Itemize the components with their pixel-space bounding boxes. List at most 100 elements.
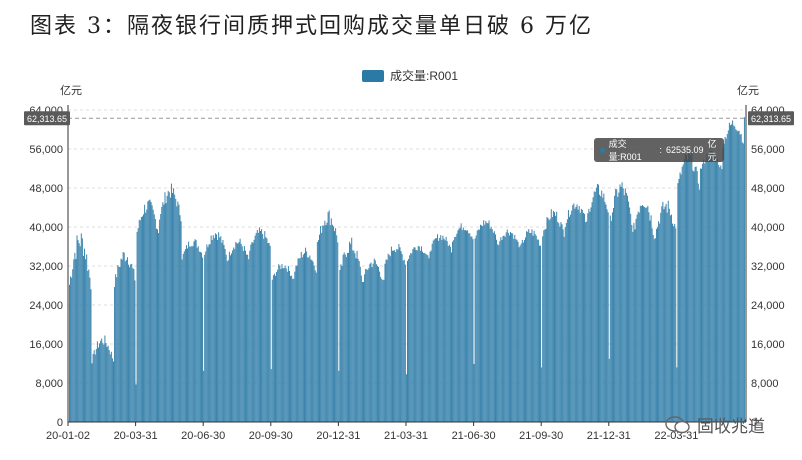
bar bbox=[722, 148, 724, 422]
x-tick-label: 20-06-30 bbox=[181, 430, 225, 442]
bar bbox=[141, 216, 143, 422]
bar bbox=[237, 243, 239, 422]
bar bbox=[501, 239, 503, 422]
bar bbox=[69, 284, 70, 422]
bar bbox=[706, 154, 708, 422]
bar bbox=[222, 239, 224, 422]
bar bbox=[704, 163, 706, 423]
bar bbox=[410, 252, 412, 422]
bar bbox=[353, 250, 355, 422]
bar bbox=[121, 259, 123, 422]
bar bbox=[115, 274, 117, 422]
bar bbox=[315, 272, 317, 422]
y-tick-label-right: 8,000 bbox=[751, 378, 779, 390]
y-tick-label-right: 24,000 bbox=[751, 300, 785, 312]
bar bbox=[402, 260, 404, 422]
bar bbox=[328, 210, 330, 422]
bar bbox=[204, 254, 206, 422]
bar bbox=[677, 183, 679, 422]
bar bbox=[288, 270, 290, 422]
bar bbox=[351, 237, 353, 422]
bar bbox=[415, 249, 417, 422]
bar bbox=[488, 220, 490, 422]
bar bbox=[530, 233, 532, 422]
bar bbox=[511, 233, 513, 422]
bar bbox=[332, 226, 334, 422]
bar bbox=[517, 241, 519, 422]
bar bbox=[80, 233, 82, 422]
bar bbox=[497, 244, 499, 422]
bar bbox=[428, 258, 430, 422]
bar bbox=[212, 235, 214, 422]
bar bbox=[494, 234, 496, 422]
bar bbox=[717, 158, 719, 422]
bar bbox=[310, 259, 312, 422]
bar bbox=[226, 261, 228, 422]
bar bbox=[202, 257, 204, 422]
bar bbox=[441, 240, 443, 422]
bar bbox=[252, 242, 254, 422]
bar bbox=[183, 251, 185, 422]
bar bbox=[666, 212, 668, 422]
bar bbox=[172, 192, 174, 422]
bar bbox=[366, 269, 368, 422]
bar bbox=[324, 220, 326, 422]
bar bbox=[737, 131, 739, 423]
x-tick-label: 21-12-31 bbox=[587, 430, 631, 442]
bar bbox=[74, 252, 76, 422]
bar bbox=[705, 160, 707, 422]
bar bbox=[358, 261, 360, 422]
bar bbox=[168, 192, 170, 422]
bar bbox=[120, 258, 122, 422]
bar bbox=[200, 252, 202, 422]
bar bbox=[675, 228, 677, 422]
bar bbox=[311, 260, 313, 422]
bar bbox=[510, 231, 512, 422]
bar bbox=[557, 221, 559, 422]
bar bbox=[506, 229, 508, 422]
bar bbox=[312, 261, 314, 422]
bar bbox=[184, 249, 186, 422]
bar bbox=[380, 276, 382, 422]
bar bbox=[234, 249, 236, 422]
bar bbox=[208, 244, 210, 422]
bar bbox=[99, 343, 101, 422]
bar bbox=[667, 200, 669, 422]
bar bbox=[143, 214, 145, 422]
tooltip-series: 成交量:R001 bbox=[608, 139, 642, 162]
bar bbox=[459, 227, 461, 422]
bar bbox=[614, 195, 616, 422]
bar bbox=[283, 268, 285, 422]
bar bbox=[635, 218, 637, 422]
y-tick-label-left: 24,000 bbox=[29, 300, 63, 312]
bar bbox=[577, 209, 579, 422]
bar bbox=[527, 231, 529, 422]
bar bbox=[654, 238, 656, 422]
bar bbox=[424, 252, 426, 422]
bar bbox=[455, 236, 457, 422]
bar bbox=[145, 212, 147, 422]
bar bbox=[111, 358, 113, 422]
bar bbox=[263, 238, 265, 422]
bar bbox=[742, 143, 744, 422]
bar bbox=[461, 230, 463, 422]
bar bbox=[690, 155, 692, 422]
bar bbox=[718, 164, 720, 422]
bar bbox=[82, 255, 84, 422]
bar bbox=[176, 206, 178, 422]
bar bbox=[471, 236, 473, 422]
bar bbox=[188, 241, 190, 422]
bar bbox=[564, 227, 566, 422]
bar bbox=[484, 224, 486, 422]
x-tick-label: 20-03-31 bbox=[114, 430, 158, 442]
bar bbox=[725, 138, 727, 422]
bar bbox=[105, 343, 107, 422]
bar bbox=[498, 245, 500, 422]
bar bbox=[739, 134, 741, 423]
bar bbox=[93, 350, 95, 422]
bar bbox=[148, 200, 150, 422]
bar bbox=[220, 236, 222, 422]
bar bbox=[294, 271, 296, 422]
bar bbox=[562, 229, 564, 422]
bar bbox=[350, 243, 352, 422]
